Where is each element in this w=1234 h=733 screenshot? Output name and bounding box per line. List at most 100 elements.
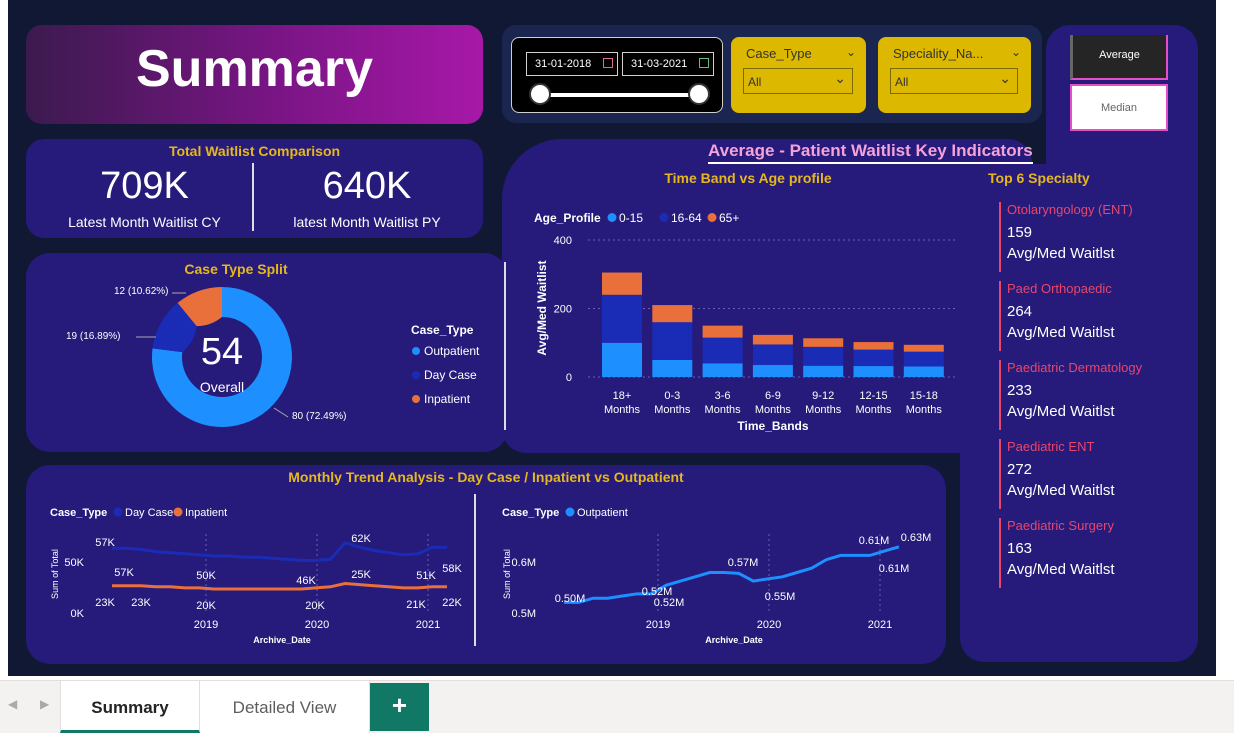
calendar-icon[interactable] [699,58,709,68]
x-axis-title: Time_Bands [737,419,808,433]
bar-segment[interactable] [853,349,894,367]
x-tick-label: 15-18 [910,390,938,402]
chevron-right-icon[interactable]: ▶ [40,697,49,711]
date-range-handle-start[interactable] [529,83,551,105]
bar-segment[interactable] [803,338,844,347]
median-button[interactable]: Median [1070,84,1168,131]
bar-segment[interactable] [652,322,693,360]
y-axis-title: Sum of Total [50,549,60,599]
x-tick-label: 6-9 [765,390,781,402]
legend-item-inpatient[interactable]: Inpatient [412,392,470,406]
data-label: 0.57M [728,557,759,569]
series-line[interactable] [112,541,447,562]
case-type-dropdown[interactable]: All ⌄ [743,68,853,94]
specialty-name: Paediatric Dermatology [1007,360,1143,375]
bar-segment[interactable] [903,344,944,352]
tab-summary[interactable]: Summary [60,681,200,733]
bar-segment[interactable] [602,342,642,377]
page-tab-bar: ◀ ▶ Summary Detailed View + [0,680,1234,733]
date-range-handle-end[interactable] [688,83,710,105]
y-tick-label: 200 [554,304,572,316]
bar-segment[interactable] [853,342,894,350]
date-from-input[interactable]: 31-01-2018 [526,52,618,76]
bar-segment[interactable] [702,325,743,338]
legend-item[interactable]: Outpatient [577,507,628,519]
data-label: 21K [406,599,426,611]
bar-segment[interactable] [803,365,844,377]
chevron-down-icon[interactable]: ⌄ [1011,45,1021,59]
data-label: 51K [416,570,436,582]
summary-title-card: Summary [26,25,483,124]
bar-segment[interactable] [702,337,743,364]
data-label: 25K [351,569,371,581]
bar-segment[interactable] [752,365,793,377]
chevron-down-icon: ⌄ [999,70,1011,86]
bar-segment[interactable] [903,366,944,377]
bar-segment[interactable] [752,344,793,366]
x-axis-title: Archive_Date [705,635,763,645]
waitlist-comparison-card: Total Waitlist Comparison 709K Latest Mo… [26,139,483,238]
legend-title: Case_Type [502,507,559,519]
bar-chart-divider [504,262,506,430]
speciality-slicer: Speciality_Na... ⌄ All ⌄ [878,37,1031,113]
specialty-name: Paediatric Surgery [1007,518,1114,533]
dot-icon [412,371,420,379]
x-tick-label: Months [755,404,792,416]
case-type-slicer: Case_Type ⌄ All ⌄ [731,37,866,113]
legend-item-outpatient[interactable]: Outpatient [412,344,479,358]
specialty-name: Otolaryngology (ENT) [1007,202,1133,217]
bar-segment[interactable] [652,305,693,323]
legend-item[interactable]: 16-64 [671,211,702,225]
specialty-card: Paediatric Surgery 163 Avg/Med Waitlst [999,518,1189,588]
data-label: 23K [131,597,151,609]
x-tick-label: Months [906,404,943,416]
x-tick-label: 2021 [868,619,892,631]
bar-segment[interactable] [602,294,642,343]
x-tick-label: 9-12 [812,390,834,402]
bar-segment[interactable] [853,366,894,377]
legend-item[interactable]: 0-15 [619,211,643,225]
series-line[interactable] [564,545,900,604]
donut-center-value: 54 [200,331,244,373]
x-tick-label: Months [705,404,742,416]
x-tick-label: 0-3 [664,390,680,402]
x-tick-label: 12-15 [859,390,887,402]
slice-label-outpatient: 80 (72.49%) [292,411,347,422]
specialty-metric-label: Avg/Med Waitlst [1007,324,1115,341]
chevron-down-icon[interactable]: ⌄ [846,45,856,59]
specialty-metric-label: Avg/Med Waitlst [1007,561,1115,578]
speciality-dropdown[interactable]: All ⌄ [890,68,1018,94]
bar-chart: Age_Profile 0-15 16-64 65+ 400 200 0 Avg/Med Wa… [534,211,958,433]
legend-dot [113,507,123,517]
tab-detailed-view[interactable]: Detailed View [200,681,370,733]
dot-icon [412,347,420,355]
bar-segment[interactable] [903,351,944,367]
date-to-input[interactable]: 31-03-2021 [622,52,714,76]
legend-item[interactable]: Day Case [125,507,173,519]
data-label: 20K [305,600,325,612]
py-label: latest Month Waitlist PY [293,214,441,230]
bar-segment[interactable] [702,363,743,377]
bar-segment[interactable] [803,346,844,366]
specialty-metric-label: Avg/Med Waitlst [1007,482,1115,499]
legend-item-day-case[interactable]: Day Case [412,368,477,382]
series-line[interactable] [112,581,447,591]
data-label: 57K [95,537,115,549]
date-slicer[interactable]: 31-01-2018 31-03-2021 [511,37,723,113]
chevron-left-icon[interactable]: ◀ [8,697,17,711]
bar-segment[interactable] [652,359,693,377]
data-label: 0.52M [654,597,685,609]
legend-item[interactable]: Inpatient [185,507,227,519]
average-button[interactable]: Average [1070,35,1168,80]
data-label: 62K [351,533,371,545]
specialty-value: 272 [1007,461,1033,478]
bar-segment[interactable] [752,334,793,345]
legend-item[interactable]: 65+ [719,211,739,225]
case-type-split-card: Case Type Split 54 Overall 12 (10.62%) 1… [26,253,508,452]
bar-segment[interactable] [602,272,642,295]
calendar-icon[interactable] [603,58,613,68]
add-page-button[interactable]: + [370,683,429,731]
data-label: 50K [196,570,216,582]
dot-icon [412,395,420,403]
trend-divider [474,494,476,646]
